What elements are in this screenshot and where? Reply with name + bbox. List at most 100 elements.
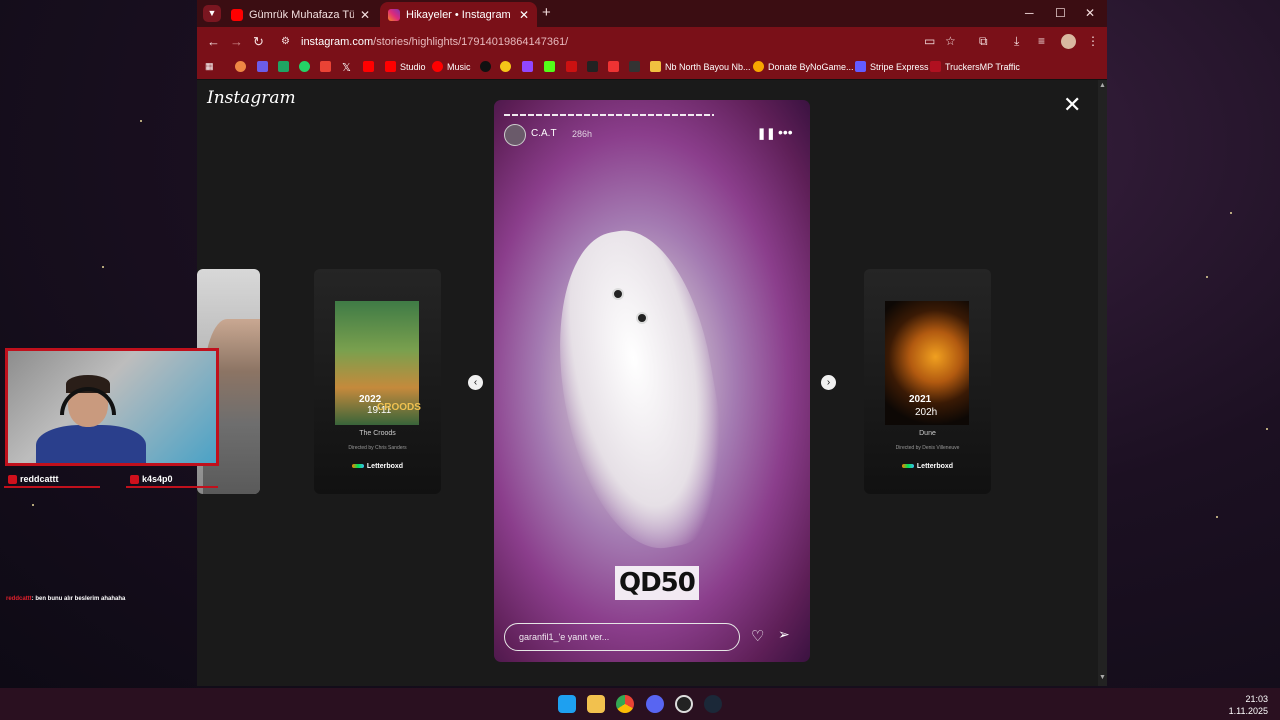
back-button[interactable]: ← (207, 34, 220, 49)
chrome-icon[interactable] (616, 695, 634, 713)
bookmark-label: TruckersMP Traffic (945, 61, 1020, 72)
youtube-icon[interactable] (363, 61, 374, 72)
bookmark-music[interactable]: Music (432, 61, 471, 72)
reply-input[interactable]: garanfil1_'e yanıt ver... (504, 623, 740, 651)
letterboxd-logo: Letterboxd (314, 463, 441, 470)
bookmark-studio[interactable]: Studio (385, 61, 426, 72)
bookmark-icon[interactable] (608, 61, 619, 72)
bookmark-star-icon[interactable]: ☆ (945, 34, 956, 48)
extensions-icon[interactable]: ⧉ (979, 34, 988, 49)
letterboxd-logo: Letterboxd (864, 463, 991, 470)
bookmark-icon[interactable] (278, 61, 289, 72)
bookmark-northbayou[interactable]: Nb North Bayou Nb... (650, 61, 751, 72)
poster-hours: 202h (915, 407, 938, 418)
download-icon[interactable]: ⤓ (1014, 34, 1019, 49)
youtube-icon (231, 8, 243, 21)
background-star (102, 266, 104, 268)
cat-photo (537, 219, 741, 561)
overlay-name-1: reddcattt (8, 474, 59, 484)
streamer-body (36, 425, 146, 463)
tab-title: Hikayeler • Instagram (406, 8, 511, 21)
name-label: reddcattt (20, 474, 59, 484)
film-title: The Croods (359, 430, 396, 437)
install-app-icon[interactable]: ▭ (924, 34, 935, 48)
more-options-icon[interactable]: ••• (778, 124, 793, 140)
chat-username: reddcattt (6, 596, 32, 602)
obs-icon[interactable] (675, 695, 693, 713)
url-field[interactable]: instagram.com/stories/highlights/1791401… (301, 36, 568, 48)
bookmark-bynogame[interactable]: Donate ByNoGame... (753, 61, 854, 72)
folder-icon (650, 61, 661, 72)
background-star (1206, 276, 1208, 278)
story-preview-dune[interactable]: 2021 202h Dune Directed by Denis Villene… (864, 269, 991, 494)
bookmark-icon[interactable] (587, 61, 598, 72)
browser-window: ▼ Gümrük Muhafaza Türkiye 1. Bö ✕ Hikaye… (197, 0, 1107, 686)
scroll-up-icon[interactable]: ▲ (1099, 82, 1106, 89)
media-icon[interactable]: ≡ (1038, 34, 1045, 48)
bookmark-stripe[interactable]: Stripe Express (855, 61, 929, 72)
bookmark-icon[interactable] (480, 61, 491, 72)
send-icon[interactable]: ➢ (778, 626, 790, 643)
active-story[interactable]: C.A.T 286h ❚❚ ••• QD50 garanfil1_'e yanı… (494, 100, 810, 662)
profile-avatar[interactable] (1061, 34, 1076, 49)
gmail-icon[interactable] (320, 61, 331, 72)
url-host: instagram.com (301, 36, 374, 48)
apps-icon[interactable]: ▦ (205, 61, 214, 72)
story-avatar[interactable] (504, 124, 526, 146)
tab-instagram[interactable]: Hikayeler • Instagram ✕ (380, 2, 537, 27)
bookmark-icon[interactable] (629, 61, 640, 72)
instagram-page: Instagram ✕ 2022 19:11 CROODS The Croods… (197, 80, 1107, 686)
movie-poster: 2021 202h (885, 301, 969, 425)
instagram-icon (388, 8, 400, 21)
pause-icon[interactable]: ❚❚ (757, 127, 775, 140)
stripe-icon (855, 61, 866, 72)
scroll-down-icon[interactable]: ▼ (1099, 674, 1106, 681)
bookmark-icon[interactable] (500, 61, 511, 72)
background-star (140, 120, 142, 122)
windows-start-icon[interactable] (558, 695, 576, 713)
maximize-button[interactable]: ☐ (1055, 6, 1066, 20)
new-tab-button[interactable]: + (542, 4, 551, 21)
background-star (1216, 516, 1218, 518)
kick-icon[interactable] (544, 61, 555, 72)
cat-eye (636, 312, 648, 324)
poster-year: 2021 (909, 394, 932, 405)
address-bar: ← → ↻ ⚙ instagram.com/stories/highlights… (197, 27, 1107, 57)
close-window-button[interactable]: ✕ (1085, 6, 1095, 20)
forward-button[interactable]: → (230, 34, 243, 49)
letterboxd-icon (901, 464, 914, 469)
story-preview-croods[interactable]: 2022 19:11 CROODS The Croods Directed by… (314, 269, 441, 494)
close-icon[interactable]: ✕ (360, 8, 370, 22)
instagram-logo[interactable]: Instagram (207, 88, 296, 108)
story-username[interactable]: C.A.T (531, 128, 557, 139)
url-path: /stories/highlights/17914019864147361/ (373, 36, 569, 48)
site-info-icon[interactable]: ⚙ (281, 36, 290, 47)
webcam-overlay (5, 348, 219, 466)
tab-search-dropdown[interactable]: ▼ (203, 5, 221, 22)
platform-icon (130, 474, 139, 484)
discord-icon[interactable] (646, 695, 664, 713)
bookmark-truckersmp[interactable]: TruckersMP Traffic (930, 61, 1020, 72)
close-story-button[interactable]: ✕ (1063, 92, 1081, 118)
next-story-button[interactable]: › (821, 375, 836, 390)
previous-story-button[interactable]: ‹ (468, 375, 483, 390)
bynogame-icon (753, 61, 764, 72)
file-explorer-icon[interactable] (587, 695, 605, 713)
heart-icon[interactable]: ♡ (751, 627, 764, 645)
overlay-bar (126, 486, 218, 488)
reload-button[interactable]: ↻ (253, 34, 264, 50)
minimize-button[interactable]: ─ (1025, 6, 1034, 20)
steam-icon[interactable] (704, 695, 722, 713)
twitch-icon[interactable] (522, 61, 533, 72)
tab-youtube[interactable]: Gümrük Muhafaza Türkiye 1. Bö ✕ (223, 2, 378, 27)
bookmark-icon[interactable] (566, 61, 577, 72)
bookmark-icon[interactable] (235, 61, 246, 72)
whatsapp-icon[interactable] (299, 61, 310, 72)
x-icon[interactable]: 𝕏 (342, 61, 351, 74)
system-clock[interactable]: 21:03 1.11.2025 (1229, 693, 1268, 717)
bookmark-icon[interactable] (257, 61, 268, 72)
scrollbar[interactable]: ▲ ▼ (1098, 80, 1107, 686)
close-icon[interactable]: ✕ (519, 8, 529, 22)
movie-poster: 2022 19:11 CROODS (335, 301, 421, 425)
menu-icon[interactable]: ⋮ (1087, 34, 1099, 48)
